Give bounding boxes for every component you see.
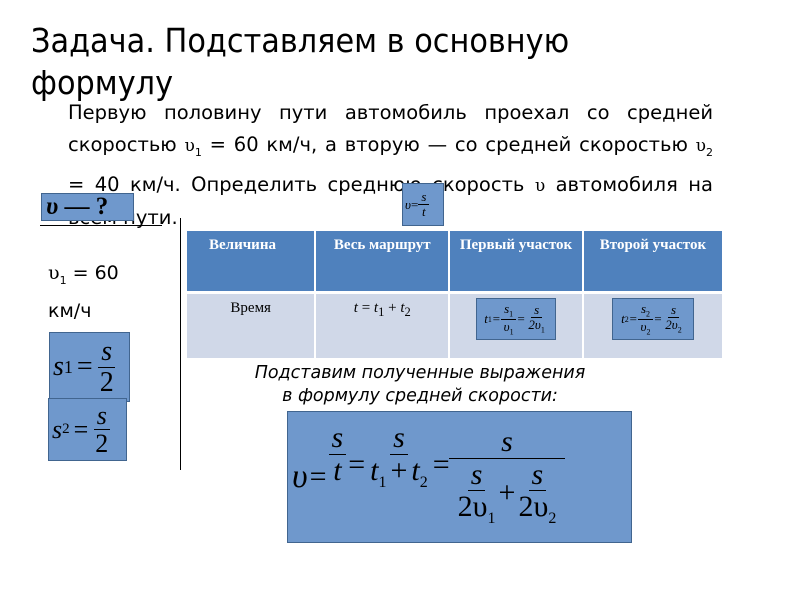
t1-frac-a: s1 υ1 bbox=[501, 301, 517, 337]
v1-symbol: υ bbox=[184, 136, 195, 156]
main-frac-1-den: t bbox=[333, 453, 342, 487]
s2-lhs: s bbox=[52, 414, 63, 444]
t1-frac-b-den-sub: 1 bbox=[540, 325, 545, 335]
s1-sub: 1 bbox=[63, 356, 73, 377]
table-row: Время t = t1 + t2 t 1 = s1 υ1 = s 2υ1 t 2 = s2 υ… bbox=[187, 292, 722, 358]
s1-den: 2 bbox=[99, 366, 114, 398]
header-whole-route: Весь маршрут bbox=[315, 231, 451, 294]
cell-first-segment: t 1 = s1 υ1 = s 2υ1 bbox=[449, 292, 584, 358]
unknown-symbol: υ bbox=[46, 193, 59, 220]
main-frac-3b-sub: 2 bbox=[548, 510, 557, 528]
formula-box-v-s-t: υ = s t bbox=[402, 183, 444, 226]
s1-num: s bbox=[98, 337, 116, 368]
v2-symbol: υ bbox=[695, 136, 706, 156]
given-values: υ1 = 60 км/ч bbox=[48, 258, 119, 326]
given-value: = 60 bbox=[72, 262, 119, 284]
s2-fraction: s 2 bbox=[92, 401, 111, 458]
s2-box: s2 = s 2 bbox=[48, 398, 127, 461]
s1-fraction: s 2 bbox=[97, 337, 117, 397]
slide-title: Задача. Подставляем в основную формулу bbox=[31, 21, 570, 102]
t1-formula-box: t 1 = s1 υ1 = s 2υ1 bbox=[476, 298, 557, 340]
main-frac-3b-num: s bbox=[528, 459, 547, 492]
main-frac-2: s t1 + t2 bbox=[367, 422, 431, 491]
main-eq-2: = bbox=[348, 448, 366, 481]
given-symbol: υ bbox=[48, 262, 60, 284]
t2-frac-a: s2 υ2 bbox=[637, 301, 654, 337]
given-divider bbox=[40, 225, 162, 226]
v1-sub: 1 bbox=[194, 145, 202, 159]
quantities-table: Величина Весь маршрут Первый участок Вто… bbox=[187, 231, 722, 358]
formula-fraction: s t bbox=[418, 190, 430, 219]
t1-frac-b-den: 2υ bbox=[528, 316, 541, 332]
unknown-box: υ — ? bbox=[41, 193, 134, 221]
main-frac-3b: s 2υ2 bbox=[515, 459, 559, 528]
v2-sub: 2 bbox=[706, 145, 713, 159]
caption-line-1: Подставим полученные выражения bbox=[254, 363, 586, 383]
vertical-divider bbox=[180, 218, 181, 470]
t1-frac-b-num: s bbox=[531, 303, 543, 318]
main-eq-1: = bbox=[309, 460, 327, 493]
t2-frac-a-num-sub: 2 bbox=[646, 309, 651, 319]
main-frac-1: s t bbox=[328, 422, 347, 487]
header-first-segment: Первый участок bbox=[449, 231, 584, 294]
main-frac-3a-den: 2υ bbox=[457, 490, 488, 524]
t2-frac-b-den: 2υ bbox=[665, 316, 678, 332]
eq-symbol: = bbox=[357, 300, 374, 316]
t1-lhs-sub: 1 bbox=[487, 314, 492, 324]
s1-eq: = bbox=[76, 351, 93, 382]
cell-second-segment: t 2 = s2 υ2 = s 2υ2 bbox=[582, 292, 722, 358]
main-frac-2-den-b: t bbox=[411, 453, 420, 487]
v-symbol: υ bbox=[534, 175, 546, 196]
problem-text-2: = 60 км/ч, а вторую — со средней скорост… bbox=[209, 133, 688, 156]
t2-sub: 2 bbox=[404, 305, 411, 319]
t1-frac-a-num-sub: 1 bbox=[509, 309, 514, 319]
cell-whole-route: t = t1 + t2 bbox=[315, 292, 451, 358]
t2-frac-b: s 2υ2 bbox=[662, 303, 684, 335]
s2-num: s bbox=[93, 401, 110, 430]
t2-frac-b-den-sub: 2 bbox=[677, 325, 682, 335]
main-frac-2-plus: + bbox=[390, 453, 408, 487]
unknown-text: — ? bbox=[58, 193, 109, 220]
formula-num: s bbox=[418, 190, 430, 205]
main-eq-3: = bbox=[432, 448, 450, 481]
main-frac-1-num: s bbox=[328, 422, 347, 455]
s2-sub: 2 bbox=[62, 421, 70, 437]
main-frac-3-num: s bbox=[448, 426, 566, 459]
t2-lhs-sub: 2 bbox=[624, 314, 629, 324]
t1-frac-a-den-sub: 1 bbox=[509, 327, 514, 337]
table-header-row: Величина Весь маршрут Первый участок Вто… bbox=[187, 231, 722, 294]
main-frac-3a-sub: 1 bbox=[487, 510, 496, 528]
caption: Подставим полученные выражения в формулу… bbox=[190, 362, 650, 408]
t1-frac-b: s 2υ1 bbox=[525, 303, 547, 335]
s2-den: 2 bbox=[95, 429, 109, 458]
s1-lhs: s bbox=[53, 351, 64, 382]
problem-text-3: = 40 км/ч. Определить среднюю скорость bbox=[68, 172, 525, 196]
s1-box: s1 = s 2 bbox=[49, 332, 130, 402]
problem-statement: Первую половину пути автомобиль проехал … bbox=[68, 97, 713, 234]
main-lhs: υ bbox=[292, 458, 308, 495]
main-frac-2-num: s bbox=[390, 422, 408, 455]
t2-frac-a-den-sub: 2 bbox=[646, 327, 651, 337]
given-sub: 1 bbox=[59, 273, 67, 287]
main-frac-3b-den: 2υ bbox=[518, 490, 549, 524]
main-frac-3-plus: + bbox=[498, 476, 516, 510]
main-frac-2-den-a-sub: 1 bbox=[378, 473, 387, 491]
s2-eq: = bbox=[73, 414, 89, 444]
header-quantity: Величина bbox=[187, 231, 317, 294]
t2-frac-b-num: s bbox=[667, 303, 680, 318]
t2-formula-box: t 2 = s2 υ2 = s 2υ2 bbox=[611, 298, 694, 340]
given-unit: км/ч bbox=[48, 299, 92, 322]
main-frac-3a: s 2υ1 bbox=[455, 459, 499, 528]
caption-line-2: в формулу средней скорости: bbox=[282, 386, 558, 406]
cell-quantity: Время bbox=[187, 292, 317, 358]
main-frac-3: s s 2υ1 + s 2υ2 bbox=[448, 426, 566, 528]
formula-eq: = bbox=[410, 196, 419, 212]
main-frac-3a-num: s bbox=[467, 459, 486, 492]
main-formula-box: υ = s t = s t1 + t2 = s s 2υ1 + s 2υ2 bbox=[287, 411, 632, 543]
formula-den: t bbox=[422, 204, 426, 219]
plus-symbol: + bbox=[384, 300, 401, 316]
header-second-segment: Второй участок bbox=[582, 231, 722, 294]
main-frac-2-den-b-sub: 2 bbox=[419, 473, 428, 491]
